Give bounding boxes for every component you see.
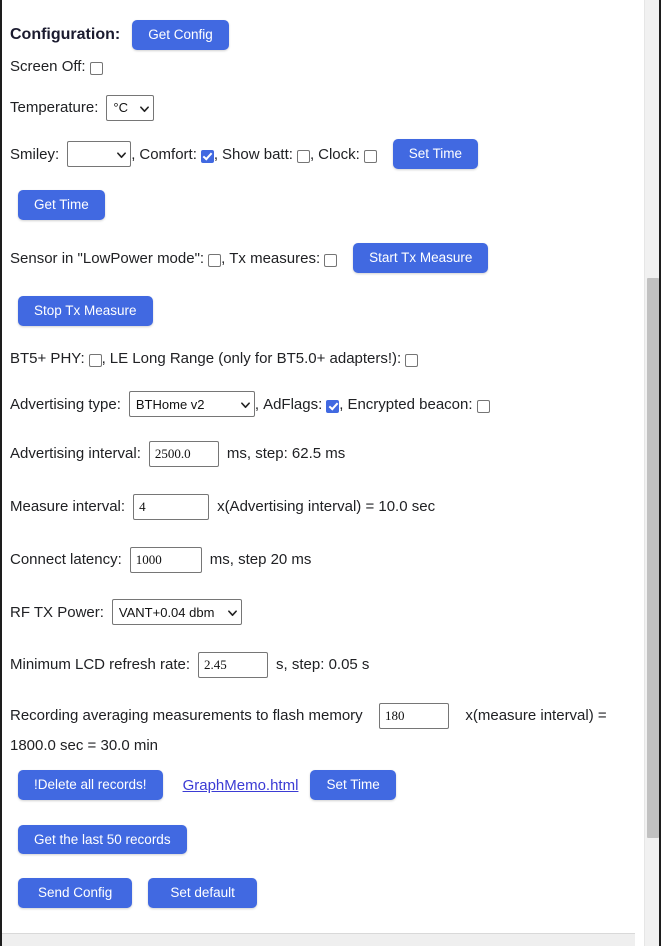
configuration-row: Configuration: Get Config: [10, 0, 627, 50]
rf-tx-power-label: RF TX Power:: [10, 603, 104, 621]
lcd-refresh-label: Minimum LCD refresh rate:: [10, 656, 191, 673]
tx-measures-checkbox[interactable]: [324, 253, 338, 267]
lcd-refresh-row: Minimum LCD refresh rate: s, step: 0.05 …: [10, 638, 627, 691]
advertising-interval-input[interactable]: [148, 440, 219, 467]
encrypted-beacon-checkbox[interactable]: [476, 399, 490, 413]
comfort-label: Comfort:: [139, 145, 197, 163]
lcd-refresh-suffix: s, step: 0.05 s: [276, 656, 370, 673]
stop-tx-measure-button[interactable]: Stop Tx Measure: [18, 296, 153, 326]
advertising-interval-row: Advertising interval: ms, step: 62.5 ms: [10, 427, 627, 480]
show-batt-comma: ,: [309, 145, 315, 163]
delete-all-records-button[interactable]: !Delete all records!: [18, 770, 163, 800]
lcd-refresh-input[interactable]: [198, 651, 269, 678]
set-default-button[interactable]: Set default: [148, 878, 257, 908]
bt5-phy-checkbox[interactable]: [88, 354, 102, 367]
graphmemo-link[interactable]: GraphMemo.html: [183, 777, 299, 794]
tx-measures-label: Tx measures:: [229, 249, 321, 267]
show-batt-label: Show batt:: [222, 145, 293, 163]
scrollbar-thumb[interactable]: [647, 278, 659, 838]
recording-label: Recording averaging measurements to flas…: [10, 707, 363, 724]
set-time-button-records[interactable]: Set Time: [310, 770, 396, 800]
set-time-button-top[interactable]: Set Time: [392, 139, 479, 169]
show-batt-checkbox[interactable]: [296, 149, 310, 163]
screen-off-label: Screen Off:: [10, 58, 86, 75]
connect-latency-suffix: ms, step 20 ms: [209, 551, 312, 568]
phy-row: BT5+ PHY: , LE Long Range (only for BT5.…: [10, 336, 627, 381]
smiley-label: Smiley:: [10, 145, 60, 163]
get-time-row: Get Time: [10, 180, 627, 230]
le-long-range-label: LE Long Range (only for BT5.0+ adapters!…: [109, 350, 402, 367]
config-page: Configuration: Get Config Screen Off: Te…: [2, 0, 635, 934]
advertising-type-select-wrap: BTHome v2BTHome v1CustomMi LikeAtc1441: [128, 391, 255, 417]
smiley-row: Smiley: OffOn , Comfort: , Show batt: , …: [10, 128, 627, 180]
advertising-interval-suffix: ms, step: 62.5 ms: [226, 445, 346, 462]
get-records-row: Get the last 50 records: [10, 811, 627, 868]
rf-tx-power-select-wrap: VANT+0.04 dbmVANT-0.97 dbmVANT+3.01 dbmV…: [111, 599, 242, 625]
le-long-range-checkbox[interactable]: [405, 354, 419, 367]
window-bottom-strip: [2, 933, 635, 946]
temperature-row: Temperature: °C°F: [10, 87, 627, 128]
advertising-type-row: Advertising type: BTHome v2BTHome v1Cust…: [10, 381, 627, 427]
temperature-label: Temperature:: [10, 99, 99, 116]
get-config-button[interactable]: Get Config: [132, 20, 229, 50]
advertising-type-label: Advertising type:: [10, 395, 121, 413]
comfort-comma: ,: [213, 145, 219, 163]
records-actions-row: !Delete all records! GraphMemo.html Set …: [10, 759, 627, 811]
rf-tx-power-row: RF TX Power: VANT+0.04 dbmVANT-0.97 dbmV…: [10, 586, 627, 638]
clock-label: Clock:: [318, 145, 360, 163]
adflags-label: AdFlags:: [263, 395, 323, 413]
page-title: Configuration:: [10, 25, 121, 43]
smiley-select[interactable]: OffOn: [67, 141, 132, 167]
comfort-checkbox[interactable]: [200, 149, 214, 163]
stop-tx-row: Stop Tx Measure: [10, 286, 627, 336]
connect-latency-label: Connect latency:: [10, 551, 122, 568]
recording-input[interactable]: [379, 703, 450, 729]
bt5-phy-label: BT5+ PHY:: [10, 350, 85, 367]
smiley-select-wrap: OffOn: [67, 141, 132, 167]
lowpower-checkbox[interactable]: [208, 253, 222, 267]
lowpower-label: Sensor in "LowPower mode":: [10, 249, 205, 267]
lowpower-comma: ,: [221, 249, 226, 267]
temperature-select-wrap: °C°F: [106, 94, 155, 121]
recording-result: 1800.0 sec = 30.0 min: [10, 737, 159, 754]
connect-latency-input[interactable]: [129, 546, 202, 573]
advtype-comma: ,: [254, 395, 260, 413]
clock-checkbox[interactable]: [363, 149, 377, 163]
footer-actions-row: Send Config Set default: [10, 868, 627, 918]
measure-interval-row: Measure interval: x(Advertising interval…: [10, 480, 627, 533]
adflags-checkbox[interactable]: [326, 399, 340, 413]
screen-off-row: Screen Off:: [10, 46, 627, 87]
temperature-select[interactable]: °C°F: [106, 94, 155, 121]
lowpower-row: Sensor in "LowPower mode": , Tx measures…: [10, 230, 627, 286]
measure-interval-label: Measure interval:: [10, 498, 126, 515]
encrypted-beacon-label: Encrypted beacon:: [347, 395, 473, 413]
smiley-comma: ,: [131, 145, 136, 163]
bt5-comma: ,: [101, 350, 106, 367]
measure-interval-suffix: x(Advertising interval) = 10.0 sec: [217, 498, 436, 515]
advertising-interval-label: Advertising interval:: [10, 445, 141, 462]
advertising-type-select[interactable]: BTHome v2BTHome v1CustomMi LikeAtc1441: [128, 391, 255, 417]
connect-latency-row: Connect latency: ms, step 20 ms: [10, 533, 627, 586]
recording-suffix: x(measure interval) =: [465, 707, 607, 724]
send-config-button[interactable]: Send Config: [18, 878, 133, 908]
get-time-button[interactable]: Get Time: [18, 190, 105, 220]
screen-off-checkbox[interactable]: [89, 62, 103, 75]
rf-tx-power-select[interactable]: VANT+0.04 dbmVANT-0.97 dbmVANT+3.01 dbmV…: [111, 599, 242, 625]
get-last-50-records-button[interactable]: Get the last 50 records: [18, 824, 187, 855]
adflags-comma: ,: [339, 395, 344, 413]
recording-row: Recording averaging measurements to flas…: [10, 691, 627, 759]
measure-interval-input[interactable]: [133, 493, 210, 520]
vertical-scrollbar[interactable]: [644, 0, 661, 946]
start-tx-measure-button[interactable]: Start Tx Measure: [353, 243, 489, 273]
